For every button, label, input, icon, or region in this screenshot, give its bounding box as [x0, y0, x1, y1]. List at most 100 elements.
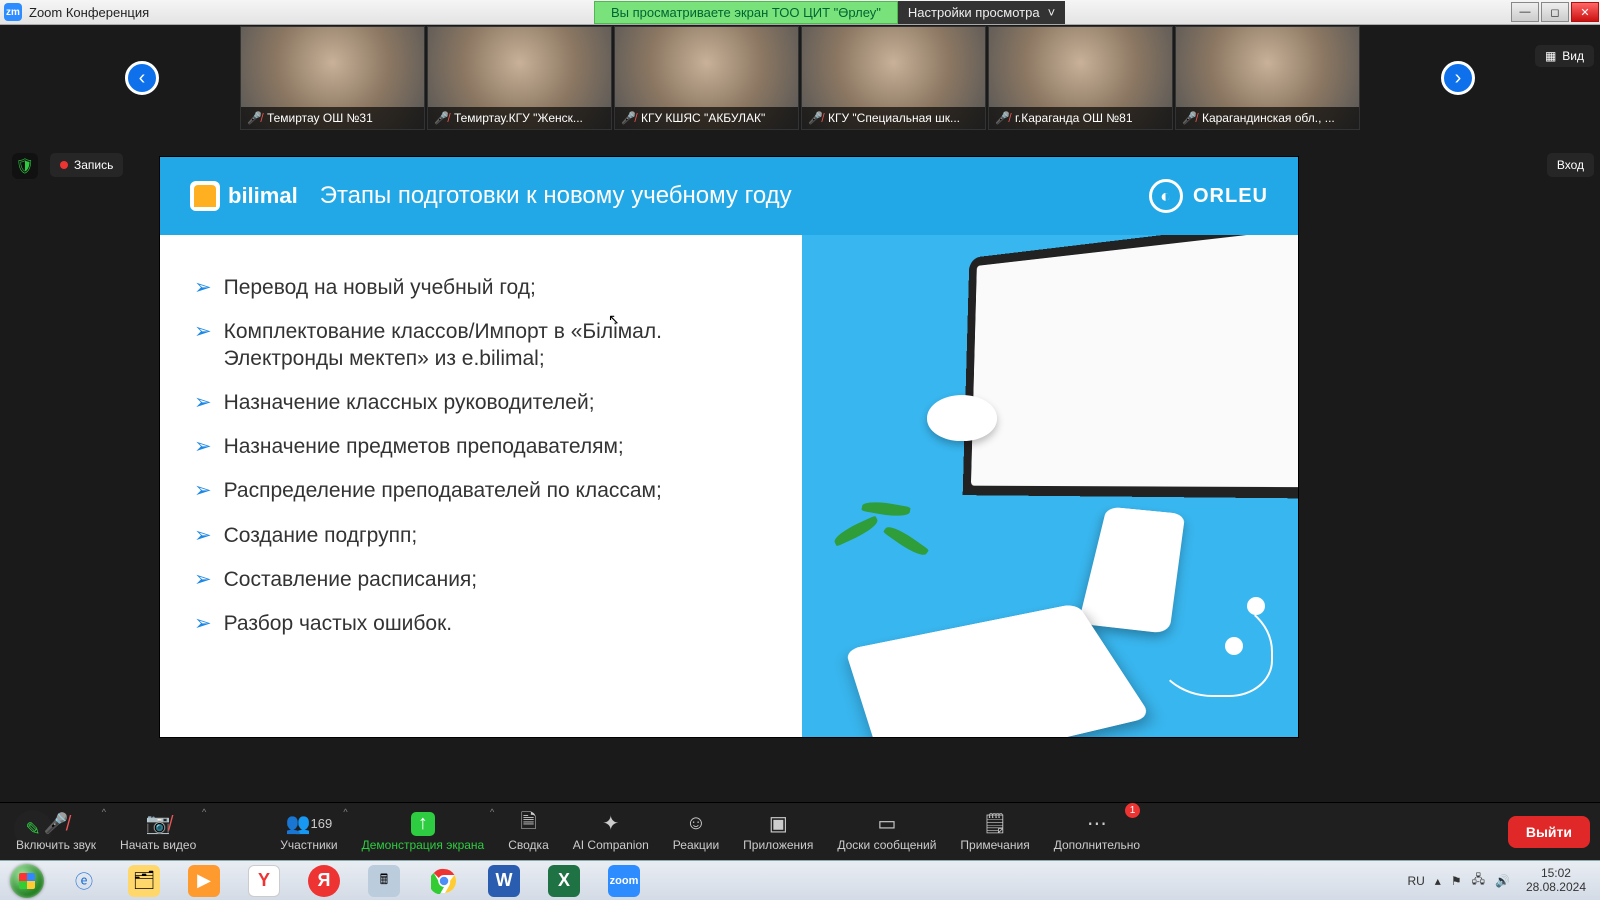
bullet-text: Распределение преподавателей по классам; [224, 478, 662, 504]
reactions-button[interactable]: ☺ Реакции [661, 803, 731, 860]
toolbar-label: Включить звук [16, 838, 96, 852]
orleu-logo-text: ORLEU [1193, 185, 1268, 208]
input-language[interactable]: RU [1407, 874, 1424, 888]
notes-icon: 🗒 [982, 812, 1007, 836]
taskbar-media-button[interactable]: ▶ [174, 861, 234, 900]
microphone-off-icon: 🎤̸ [44, 812, 69, 836]
shared-screen-content: bilimal Этапы подготовки к новому учебно… [160, 157, 1298, 737]
taskbar-zoom-button[interactable]: zoom [594, 861, 654, 900]
toolbar-label: Дополнительно [1054, 838, 1140, 852]
mic-muted-icon: 🎤̸ [247, 111, 262, 125]
laptop-graphic [963, 235, 1298, 499]
security-shield-icon[interactable]: 🛡 [12, 153, 38, 179]
mic-muted-icon: 🎤̸ [621, 111, 636, 125]
taskbar-clock[interactable]: 15:02 28.08.2024 [1520, 867, 1592, 893]
slide-bullet: ➢ Назначение классных руководителей; [194, 390, 772, 416]
participant-tile[interactable]: 🎤̸Темиртау ОШ №31 [240, 26, 425, 130]
sign-in-button[interactable]: Вход [1547, 153, 1594, 177]
taskbar-explorer-button[interactable]: 🗂 [114, 861, 174, 900]
zoom-app-icon: zm [4, 3, 22, 21]
orleu-logo-icon: ◐ [1149, 179, 1183, 213]
taskbar-ie-button[interactable]: ⓔ [54, 861, 114, 900]
plant-graphic [832, 485, 952, 575]
participant-tile[interactable]: 🎤̸ Темиртау.КГУ "Женск... [427, 26, 612, 130]
toolbar-label: Доски сообщений [837, 838, 936, 852]
bullet-chevron-icon: ➢ [194, 478, 212, 504]
toolbar-label: Демонстрация экрана [362, 838, 485, 852]
participant-name: Темиртау.КГУ "Женск... [454, 111, 583, 125]
toolbar-label: Участники [280, 838, 337, 852]
ai-companion-button[interactable]: ✦ AI Companion [561, 803, 661, 860]
tray-flag-icon[interactable]: ⚑ [1451, 874, 1462, 888]
gallery-prev-button[interactable]: ‹ [125, 61, 159, 95]
participants-count: 169 [311, 816, 333, 831]
toolbar-label: Сводка [508, 838, 549, 852]
toolbar-label: AI Companion [573, 838, 649, 852]
start-video-button[interactable]: 📷̸ Начать видео ^ [108, 803, 208, 860]
tray-volume-icon[interactable]: 🔊 [1495, 874, 1510, 888]
maximize-button[interactable]: ◻ [1541, 2, 1569, 22]
chevron-up-icon[interactable]: ^ [343, 807, 347, 817]
bullet-chevron-icon: ➢ [194, 434, 212, 460]
share-screen-button[interactable]: ↑ Демонстрация экрана ^ [350, 803, 497, 860]
bullet-text: Назначение классных руководителей; [224, 390, 595, 416]
recording-indicator[interactable]: Запись [50, 153, 123, 177]
apps-button[interactable]: ▣ Приложения [731, 803, 825, 860]
mic-muted-icon: 🎤̸ [808, 111, 823, 125]
slide-bullet-list: ➢Перевод на новый учебный год; ➢Комплект… [160, 235, 802, 737]
participant-tile[interactable]: 🎤̸ КГУ "Специальная шк... [801, 26, 986, 130]
toolbar-label: Реакции [673, 838, 719, 852]
bilimal-logo-icon [190, 181, 220, 211]
tray-network-icon[interactable]: 🖧 [1472, 870, 1485, 891]
taskbar-yandex-button[interactable]: Y [234, 861, 294, 900]
taskbar-yandex2-button[interactable]: Я [294, 861, 354, 900]
chevron-up-icon[interactable]: ^ [202, 807, 206, 817]
bullet-chevron-icon: ➢ [194, 567, 212, 593]
notes-button[interactable]: 🗒 Примечания [948, 803, 1041, 860]
minimize-button[interactable]: — [1511, 2, 1539, 22]
board-icon: ▭ [877, 812, 896, 836]
view-options-dropdown[interactable]: Настройки просмотра ˅ [898, 1, 1065, 24]
gallery-next-button[interactable]: › [1441, 61, 1475, 95]
orleu-logo: ◐ ORLEU [1149, 179, 1268, 213]
participant-gallery: ‹ 🎤̸Темиртау ОШ №31 🎤̸ Темиртау.КГУ "Женс… [0, 25, 1600, 131]
mic-muted-icon: 🎤̸ [434, 111, 449, 125]
participant-tile[interactable]: 🎤̸КГУ КШЯС "АКБУЛАК" [614, 26, 799, 130]
participant-tile[interactable]: 🎤̸Карагандинская обл., ... [1175, 26, 1360, 130]
screen-share-banner: Вы просматриваете экран ТОО ЦИТ "Өрлеу" [594, 1, 898, 24]
slide-illustration [802, 235, 1298, 737]
notification-badge: 1 [1125, 803, 1140, 818]
slide-header: bilimal Этапы подготовки к новому учебно… [160, 157, 1298, 235]
bullet-chevron-icon: ➢ [194, 390, 212, 416]
start-button[interactable] [0, 861, 54, 900]
slide-bullet: ➢Перевод на новый учебный год; [194, 275, 772, 301]
slide-title: Этапы подготовки к новому учебному году [320, 182, 792, 210]
more-button[interactable]: ⋯ Дополнительно 1 [1042, 803, 1152, 860]
summary-button[interactable]: 🗎 Сводка [496, 803, 561, 860]
record-dot-icon [60, 161, 68, 169]
participant-tile[interactable]: 🎤̸ г.Караганда ОШ №81 [988, 26, 1173, 130]
taskbar-excel-button[interactable]: X [534, 861, 594, 900]
apps-icon: ▣ [769, 812, 788, 836]
slide-bullet: ➢Разбор частых ошибок. [194, 611, 772, 637]
taskbar-calc-button[interactable]: 🖩 [354, 861, 414, 900]
whiteboards-button[interactable]: ▭ Доски сообщений [825, 803, 948, 860]
taskbar-word-button[interactable]: W [474, 861, 534, 900]
participant-name: г.Караганда ОШ №81 [1015, 111, 1133, 125]
taskbar-chrome-button[interactable] [414, 861, 474, 900]
participant-name: КГУ "Специальная шк... [828, 111, 960, 125]
mouse-cursor-icon: ↖ [608, 311, 620, 328]
bilimal-logo-text: bilimal [228, 183, 298, 209]
participants-button[interactable]: 👥 169 Участники ^ [268, 803, 349, 860]
view-options-label: Настройки просмотра [908, 5, 1040, 20]
chevron-up-icon[interactable]: ^ [490, 807, 494, 817]
tray-chevron-icon[interactable]: ▴ [1435, 874, 1441, 888]
slide-bullet: ➢Комплектование классов/Импорт в «Біліма… [194, 319, 772, 372]
unmute-button[interactable]: 🎤̸ Включить звук ^ [4, 803, 108, 860]
leave-meeting-button[interactable]: Выйти [1508, 816, 1590, 848]
close-button[interactable]: ✕ [1571, 2, 1599, 22]
mic-muted-icon: 🎤̸ [995, 111, 1010, 125]
chevron-up-icon[interactable]: ^ [102, 807, 106, 817]
share-screen-icon: ↑ [411, 812, 435, 836]
slide-bullet: ➢ Распределение преподавателей по классам… [194, 478, 772, 504]
